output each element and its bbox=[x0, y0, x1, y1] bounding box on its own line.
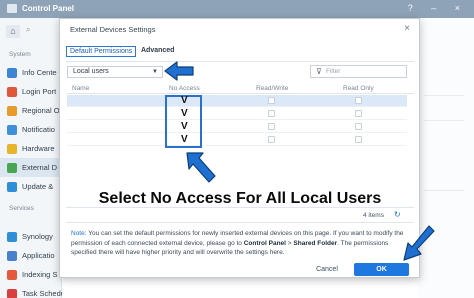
sidebar-item[interactable]: Update & bbox=[0, 177, 62, 196]
search-icon[interactable]: ⌕ bbox=[26, 25, 30, 35]
section-services: Services bbox=[9, 205, 34, 212]
sidebar-item-label: Applicatio bbox=[22, 251, 55, 260]
tab-advanced[interactable]: Advanced bbox=[141, 47, 174, 54]
tab-divider bbox=[66, 61, 414, 62]
sidebar-item-label: Hardware bbox=[22, 144, 55, 153]
filter-placeholder: Filter bbox=[326, 68, 341, 75]
no-access-mark[interactable]: V bbox=[181, 95, 188, 106]
read-write-checkbox[interactable] bbox=[268, 97, 275, 104]
read-only-checkbox[interactable] bbox=[355, 97, 362, 104]
update-icon bbox=[7, 182, 17, 192]
footer-divider bbox=[66, 207, 414, 208]
sidebar-item[interactable]: Applicatio bbox=[0, 246, 62, 265]
sidebar-item-label: Notificatio bbox=[22, 125, 55, 134]
sidebar-item-label: Info Cente bbox=[22, 68, 57, 77]
info-icon bbox=[7, 68, 17, 78]
column-read-only[interactable]: Read Only bbox=[343, 85, 374, 92]
external-devices-settings-dialog: External Devices Settings × Default Perm… bbox=[59, 18, 420, 278]
sidebar-item-label: Login Port bbox=[22, 87, 57, 96]
sidebar-item[interactable]: Synology bbox=[0, 227, 62, 246]
sidebar-item[interactable]: Login Port bbox=[0, 82, 62, 101]
read-only-checkbox[interactable] bbox=[355, 110, 362, 117]
content-divider bbox=[424, 120, 464, 121]
window-controls[interactable]: ? – × bbox=[408, 3, 468, 13]
hardware-icon bbox=[7, 144, 17, 154]
control-panel-titlebar: Control Panel ? – × bbox=[0, 0, 474, 18]
permissions-note: Note: You can set the default permission… bbox=[71, 229, 406, 258]
application-icon bbox=[7, 251, 17, 261]
user-type-value: Local users bbox=[73, 68, 109, 75]
content-divider bbox=[424, 190, 464, 191]
no-access-mark[interactable]: V bbox=[181, 108, 188, 119]
control-panel-sidebar: ⌂ ⌕ System Info Cente Login Port Regional … bbox=[0, 18, 62, 298]
section-system: System bbox=[9, 51, 31, 58]
no-access-mark[interactable]: V bbox=[181, 121, 188, 132]
home-icon[interactable]: ⌂ bbox=[6, 25, 20, 38]
item-count: 4 items bbox=[363, 212, 384, 219]
sidebar-item[interactable]: Notificatio bbox=[0, 120, 62, 139]
shared-folder-link[interactable]: Shared Folder bbox=[293, 240, 337, 247]
read-only-checkbox[interactable] bbox=[355, 136, 362, 143]
regional-icon bbox=[7, 106, 17, 116]
note-divider bbox=[66, 222, 414, 223]
control-panel-icon bbox=[7, 4, 17, 13]
sidebar-item-label: Update & bbox=[22, 182, 54, 191]
read-write-checkbox[interactable] bbox=[268, 136, 275, 143]
sidebar-item-label: Synology bbox=[22, 232, 53, 241]
read-only-checkbox[interactable] bbox=[355, 123, 362, 130]
sidebar-item[interactable]: External D bbox=[0, 158, 62, 177]
task-scheduler-icon bbox=[7, 289, 17, 298]
close-icon[interactable]: × bbox=[404, 23, 410, 34]
control-panel-link[interactable]: Control Panel bbox=[244, 240, 286, 247]
login-portal-icon bbox=[7, 87, 17, 97]
table-row[interactable] bbox=[67, 95, 407, 107]
arrow-pointing-ok-icon bbox=[403, 225, 435, 261]
control-panel-title: Control Panel bbox=[22, 4, 75, 13]
synology-account-icon bbox=[7, 232, 17, 242]
notification-icon bbox=[7, 125, 17, 135]
no-access-mark[interactable]: V bbox=[181, 134, 188, 145]
external-device-icon bbox=[7, 163, 17, 173]
chevron-down-icon: ▼ bbox=[152, 69, 158, 75]
dialog-title: External Devices Settings bbox=[70, 25, 156, 34]
arrow-pointing-no-access-icon bbox=[186, 152, 216, 183]
table-row[interactable] bbox=[67, 108, 407, 120]
column-no-access[interactable]: No Access bbox=[169, 85, 200, 92]
refresh-icon[interactable]: ↻ bbox=[394, 210, 401, 219]
tab-default-permissions[interactable]: Default Permissions bbox=[66, 46, 137, 57]
instruction-caption: Select No Access For All Local Users bbox=[98, 190, 382, 207]
filter-icon: ⊽ bbox=[316, 67, 322, 76]
column-name[interactable]: Name bbox=[72, 85, 89, 92]
sidebar-item[interactable]: Indexing S bbox=[0, 265, 62, 284]
note-label: Note: bbox=[71, 230, 87, 237]
indexing-icon bbox=[7, 270, 17, 280]
arrow-pointing-dropdown-icon bbox=[164, 61, 194, 81]
sidebar-item[interactable]: Hardware bbox=[0, 139, 62, 158]
filter-input[interactable]: ⊽ Filter bbox=[310, 65, 407, 78]
cancel-button[interactable]: Cancel bbox=[306, 263, 348, 276]
sidebar-item[interactable]: Regional O bbox=[0, 101, 62, 120]
table-row[interactable] bbox=[67, 134, 407, 146]
read-write-checkbox[interactable] bbox=[268, 123, 275, 130]
sidebar-item-label: Indexing S bbox=[22, 270, 58, 279]
column-read-write[interactable]: Read/Write bbox=[256, 85, 288, 92]
sidebar-item[interactable]: Info Cente bbox=[0, 63, 62, 82]
content-divider bbox=[424, 95, 464, 96]
sidebar-item-label: Task Scheduler bbox=[22, 289, 62, 298]
sidebar-item-label: External D bbox=[22, 163, 58, 172]
header-divider bbox=[66, 93, 414, 94]
table-row[interactable] bbox=[67, 121, 407, 133]
sidebar-item[interactable]: Task Scheduler bbox=[0, 284, 62, 298]
sidebar-item-label: Regional O bbox=[22, 106, 60, 115]
user-type-select[interactable]: Local users ▼ bbox=[67, 66, 163, 78]
read-write-checkbox[interactable] bbox=[268, 110, 275, 117]
